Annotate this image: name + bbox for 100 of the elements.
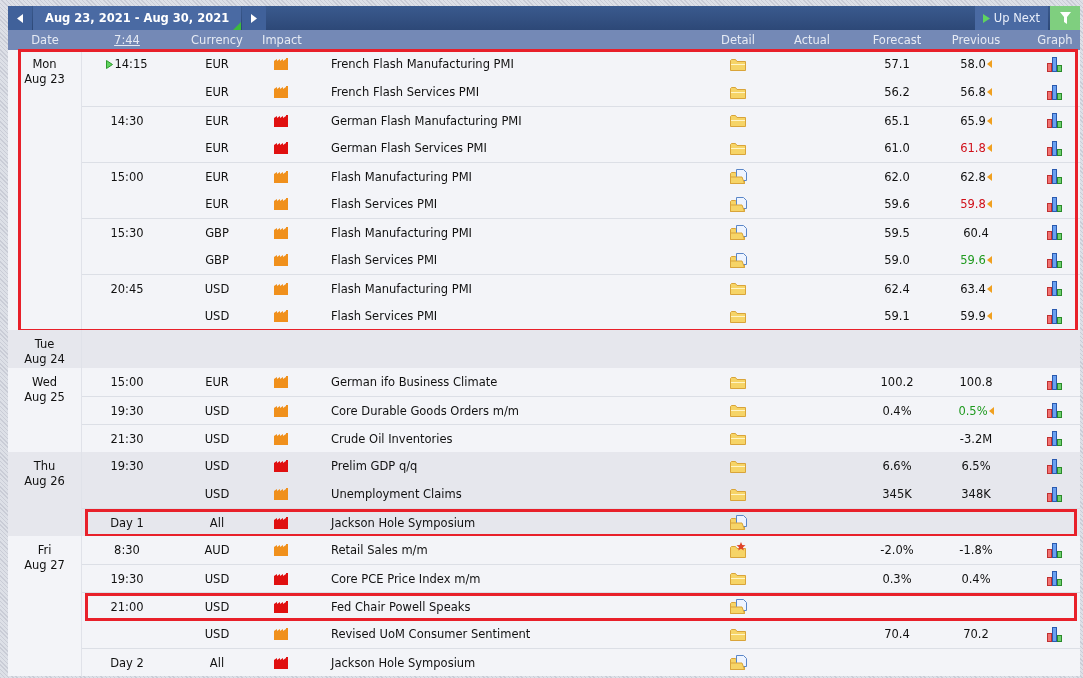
forecast-cell-text: -2.0% — [879, 543, 915, 557]
event-title[interactable]: Fed Chair Powell Speaks — [300, 599, 700, 614]
weekday-text: Mon — [32, 57, 57, 72]
folder-icon[interactable] — [730, 627, 746, 641]
bar-chart-icon[interactable] — [1047, 542, 1063, 558]
event-title[interactable]: Core Durable Goods Orders m/m — [300, 403, 700, 418]
folder-icon[interactable] — [730, 141, 746, 155]
folder-icon[interactable] — [730, 114, 746, 127]
date-range-button[interactable]: Aug 23, 2021 - Aug 30, 2021 — [33, 6, 242, 30]
time-cell-text: 19:30 — [109, 459, 145, 473]
bar-chart-icon[interactable] — [1047, 403, 1063, 418]
time-cell-text: 8:30 — [113, 543, 141, 557]
weekday-text: Fri — [37, 543, 52, 558]
event-title[interactable]: Unemployment Claims — [300, 487, 700, 501]
folder-icon[interactable] — [730, 85, 746, 99]
currency-cell-text: EUR — [204, 197, 230, 211]
previous-value: 100.8 — [959, 375, 993, 389]
previous-value: 60.4 — [963, 225, 989, 240]
forecast-cell-text: 57.1 — [883, 57, 911, 71]
event-title[interactable]: Jackson Hole Symposium — [300, 655, 700, 670]
previous-value: 0.4% — [961, 571, 991, 586]
next-week-button[interactable] — [242, 6, 267, 30]
folder-document-icon[interactable] — [729, 169, 747, 184]
forecast-cell-text: 70.4 — [883, 627, 911, 641]
event-title[interactable]: Jackson Hole Symposium — [300, 515, 700, 530]
folder-icon[interactable] — [730, 572, 746, 585]
event-title[interactable]: Flash Services PMI — [300, 309, 700, 323]
event-title[interactable]: Prelim GDP q/q — [300, 459, 700, 473]
folder-icon[interactable] — [730, 57, 746, 71]
bar-chart-icon[interactable] — [1047, 84, 1063, 100]
folder-icon[interactable] — [730, 459, 746, 473]
currency-cell-text: USD — [203, 599, 231, 614]
bar-chart-icon[interactable] — [1047, 431, 1063, 446]
folder-icon[interactable] — [730, 432, 746, 445]
previous-value: 348K — [961, 487, 991, 501]
event-title[interactable]: Flash Services PMI — [300, 253, 700, 267]
event-title[interactable]: German ifo Business Climate — [300, 375, 700, 389]
currency-cell-text: USD — [203, 627, 231, 641]
event-title[interactable]: French Flash Manufacturing PMI — [300, 57, 700, 71]
event-title[interactable]: Flash Services PMI — [300, 197, 700, 211]
column-header: Forecast — [871, 33, 923, 47]
folder-icon[interactable] — [730, 309, 746, 323]
currency-cell-text: All — [208, 655, 226, 670]
currency-cell-text: EUR — [204, 141, 230, 155]
event-title[interactable]: French Flash Services PMI — [300, 85, 700, 99]
time-cell-text: Day 1 — [109, 515, 145, 530]
currency-cell-text: USD — [203, 571, 231, 586]
time-cell-text: Day 2 — [109, 655, 145, 670]
folder-document-icon[interactable] — [729, 515, 747, 530]
bar-chart-icon[interactable] — [1047, 308, 1063, 324]
event-title[interactable]: Revised UoM Consumer Sentiment — [300, 627, 700, 641]
folder-icon[interactable] — [730, 282, 746, 295]
bar-chart-icon[interactable] — [1047, 113, 1063, 128]
folder-document-icon[interactable] — [729, 599, 747, 614]
play-icon — [982, 13, 990, 23]
bar-chart-icon[interactable] — [1047, 252, 1063, 268]
folder-star-icon[interactable] — [729, 542, 747, 558]
event-title[interactable]: Flash Manufacturing PMI — [300, 225, 700, 240]
date-text: Aug 25 — [24, 390, 65, 405]
previous-week-button[interactable] — [8, 6, 32, 30]
column-header: Detail — [720, 33, 756, 47]
event-title[interactable]: Flash Manufacturing PMI — [300, 281, 700, 296]
currency-cell-text: EUR — [204, 113, 230, 128]
event-title[interactable]: Crude Oil Inventories — [300, 431, 700, 446]
bar-chart-icon[interactable] — [1047, 56, 1063, 72]
bar-chart-icon[interactable] — [1047, 281, 1063, 296]
bar-chart-icon[interactable] — [1047, 169, 1063, 184]
forecast-cell-text: 345K — [881, 487, 913, 501]
previous-value: 59.8 — [960, 197, 986, 211]
folder-document-icon[interactable] — [729, 196, 747, 212]
up-next-button[interactable]: Up Next — [974, 6, 1048, 30]
folder-icon[interactable] — [730, 487, 746, 501]
bar-chart-icon[interactable] — [1047, 486, 1063, 502]
forecast-cell-text: 61.0 — [883, 141, 911, 155]
date-text: Aug 24 — [24, 352, 65, 367]
bar-chart-icon[interactable] — [1047, 140, 1063, 156]
currency-cell-text: EUR — [204, 57, 230, 71]
forecast-cell-text: 0.3% — [881, 571, 913, 586]
previous-value: 6.5% — [961, 459, 991, 473]
bar-chart-icon[interactable] — [1047, 458, 1063, 474]
currency-cell-text: USD — [203, 487, 231, 501]
time-cell-text: 14:30 — [109, 113, 145, 128]
folder-document-icon[interactable] — [729, 252, 747, 268]
folder-document-icon[interactable] — [729, 225, 747, 240]
folder-icon[interactable] — [730, 375, 746, 389]
event-title[interactable]: Flash Manufacturing PMI — [300, 169, 700, 184]
time-cell-text: 15:00 — [109, 169, 145, 184]
forecast-cell-text: 65.1 — [883, 113, 911, 128]
event-title[interactable]: German Flash Services PMI — [300, 141, 700, 155]
folder-icon[interactable] — [730, 404, 746, 417]
previous-value: 61.8 — [960, 141, 986, 155]
bar-chart-icon[interactable] — [1047, 225, 1063, 240]
folder-document-icon[interactable] — [729, 655, 747, 670]
bar-chart-icon[interactable] — [1047, 196, 1063, 212]
event-title[interactable]: Retail Sales m/m — [300, 543, 700, 557]
event-title[interactable]: Core PCE Price Index m/m — [300, 571, 700, 586]
event-title[interactable]: German Flash Manufacturing PMI — [300, 113, 700, 128]
bar-chart-icon[interactable] — [1047, 571, 1063, 586]
bar-chart-icon[interactable] — [1047, 626, 1063, 642]
bar-chart-icon[interactable] — [1047, 374, 1063, 390]
